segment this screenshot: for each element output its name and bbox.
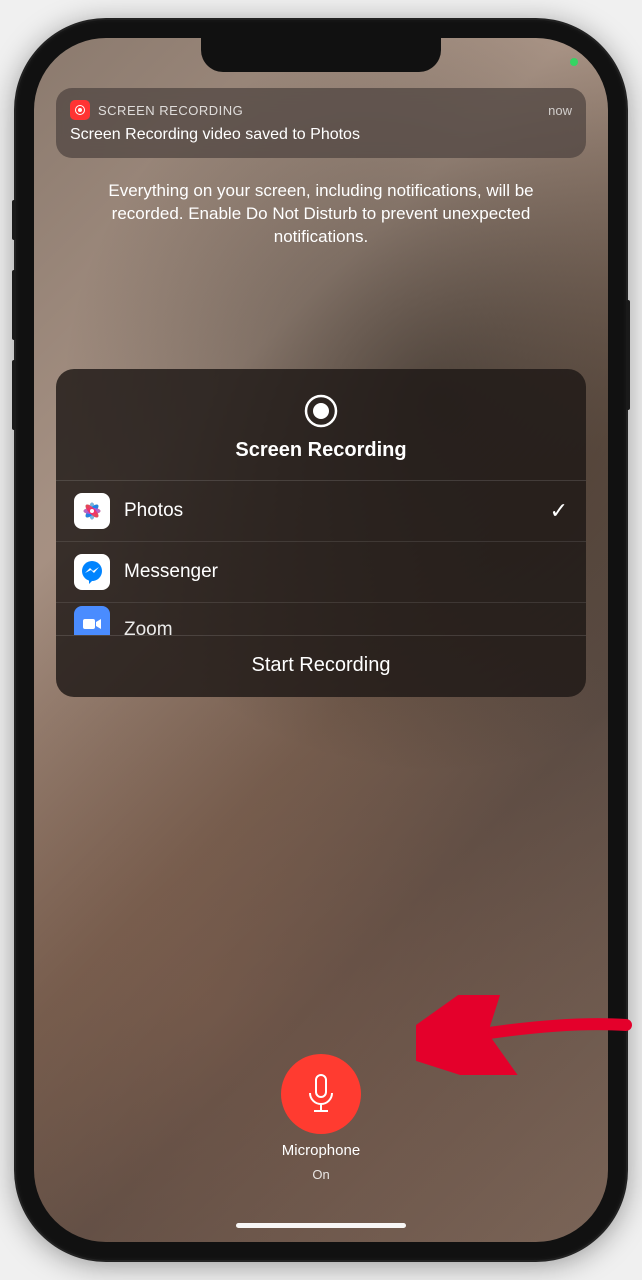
side-button [626, 300, 630, 410]
start-recording-button[interactable]: Start Recording [56, 635, 586, 697]
app-row-messenger[interactable]: Messenger [56, 542, 586, 603]
app-row-photos[interactable]: Photos ✓ [56, 481, 586, 542]
notch [201, 38, 441, 72]
notification-body: Screen Recording video saved to Photos [70, 126, 572, 144]
content-area: SCREEN RECORDING now Screen Recording vi… [34, 38, 608, 1242]
app-label: Photos [124, 500, 183, 522]
record-icon [303, 393, 339, 429]
recording-info-text: Everything on your screen, including not… [56, 158, 586, 249]
volume-up-button [12, 270, 16, 340]
home-indicator[interactable] [236, 1223, 406, 1228]
screen: SCREEN RECORDING now Screen Recording vi… [34, 38, 608, 1242]
notification-banner[interactable]: SCREEN RECORDING now Screen Recording vi… [56, 88, 586, 158]
app-label: Zoom [124, 619, 173, 635]
screen-recording-app-icon [70, 100, 90, 120]
messenger-app-icon [74, 554, 110, 590]
notification-header: SCREEN RECORDING now [70, 100, 572, 120]
popup-header: Screen Recording [56, 369, 586, 480]
app-destination-list: Photos ✓ Messenger [56, 480, 586, 635]
screen-recording-popup: Screen Recording [56, 369, 586, 697]
zoom-app-icon [74, 606, 110, 635]
microphone-label: Microphone [282, 1142, 360, 1159]
photos-app-icon [74, 493, 110, 529]
notification-app-name: SCREEN RECORDING [98, 103, 243, 118]
app-label: Messenger [124, 561, 218, 583]
app-row-zoom[interactable]: Zoom [56, 603, 586, 635]
notification-time: now [548, 103, 572, 118]
microphone-toggle-button[interactable] [281, 1054, 361, 1134]
checkmark-icon: ✓ [550, 498, 568, 524]
microphone-section: Microphone On [56, 1054, 586, 1212]
microphone-state: On [312, 1167, 329, 1182]
silent-switch [12, 200, 16, 240]
camera-indicator-dot [570, 58, 578, 66]
volume-down-button [12, 360, 16, 430]
microphone-icon [304, 1073, 338, 1115]
iphone-frame: SCREEN RECORDING now Screen Recording vi… [16, 20, 626, 1260]
popup-title: Screen Recording [235, 439, 406, 462]
